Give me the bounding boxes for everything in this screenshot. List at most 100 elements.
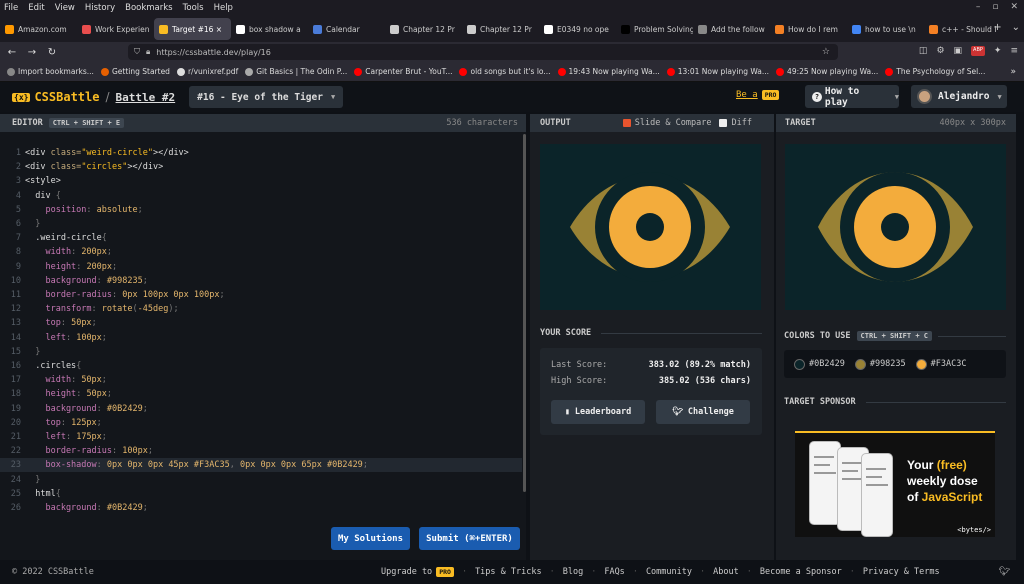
level-select[interactable]: #16 - Eye of the Tiger ▼: [189, 86, 344, 108]
puzzle-icon[interactable]: ✦: [994, 46, 1002, 56]
footer-link[interactable]: Community: [646, 567, 692, 577]
code-line[interactable]: 13 top: 50px;: [0, 316, 522, 330]
menu-tools[interactable]: Tools: [183, 3, 204, 13]
checkbox-icon[interactable]: [719, 119, 728, 127]
code-line[interactable]: 12 transform: rotate(-45deg);: [0, 302, 522, 316]
browser-tab[interactable]: How do I rem: [770, 18, 847, 40]
how-to-play-button[interactable]: ? How to play ▼: [805, 85, 899, 108]
code-line[interactable]: 5 position: absolute;: [0, 203, 522, 217]
adblock-icon[interactable]: ABP: [971, 46, 985, 56]
code-line[interactable]: 10 background: #998235;: [0, 274, 522, 288]
back-icon[interactable]: ←: [4, 47, 20, 58]
minimize-icon[interactable]: –: [976, 2, 981, 12]
menu-icon[interactable]: ≡: [1010, 46, 1018, 56]
bookmark-item[interactable]: r/vunixref.pdf: [176, 67, 238, 76]
menu-file[interactable]: File: [4, 3, 18, 13]
bookmark-item[interactable]: 13:01 Now playing Wa...: [666, 67, 769, 76]
code-line[interactable]: 14 left: 100px;: [0, 331, 522, 345]
code-line[interactable]: 4 div {: [0, 189, 522, 203]
code-line[interactable]: 3 <style>: [0, 174, 522, 188]
color-swatch[interactable]: #F3AC3C: [915, 358, 966, 370]
code-line[interactable]: 16 .circles{: [0, 359, 522, 373]
extension-icon[interactable]: ▣: [954, 46, 963, 56]
diff-toggle[interactable]: Diff: [719, 118, 752, 128]
challenge-button[interactable]: 🐦︎ Challenge: [656, 400, 750, 424]
sponsor-ad[interactable]: Your (free) weekly dose of JavaScript <b…: [795, 431, 995, 537]
color-swatch[interactable]: #998235: [854, 358, 906, 370]
browser-tab[interactable]: how to use \n: [847, 18, 924, 40]
battle-link[interactable]: Battle #2: [116, 91, 176, 104]
menu-edit[interactable]: Edit: [28, 3, 44, 13]
submit-button[interactable]: Submit (⌘+ENTER): [419, 527, 520, 550]
browser-tab[interactable]: Add the follow: [693, 18, 770, 40]
code-line[interactable]: 2 <div class= "circles" ></div>: [0, 160, 522, 174]
browser-tab[interactable]: Chapter 12 Pr: [462, 18, 539, 40]
browser-tab[interactable]: Calendar: [308, 18, 385, 40]
code-line[interactable]: 9 height: 200px;: [0, 260, 522, 274]
pocket-icon[interactable]: ◫: [919, 46, 928, 56]
code-line[interactable]: 8 width: 200px;: [0, 245, 522, 259]
footer-link[interactable]: Become a Sponsor: [760, 567, 842, 577]
slide-compare-toggle[interactable]: Slide & Compare: [622, 118, 711, 128]
code-line[interactable]: 22 border-radius: 100px;: [0, 444, 522, 458]
menu-bookmarks[interactable]: Bookmarks: [125, 3, 173, 13]
code-line[interactable]: 26 background: #0B2429;: [0, 501, 522, 515]
browser-tab[interactable]: Target #16 ×: [154, 18, 231, 40]
footer-link[interactable]: Blog: [563, 567, 583, 577]
twitter-icon[interactable]: 🐦︎: [999, 567, 1010, 577]
code-line[interactable]: 25 html{: [0, 487, 522, 501]
browser-tab[interactable]: Amazon.com: [0, 18, 77, 40]
code-editor[interactable]: 1 <div class= "weird-circle" ></div> 2 <div c…: [0, 132, 526, 560]
bookmark-item[interactable]: Carpenter Brut - YouT...: [354, 67, 452, 76]
browser-tab[interactable]: E0349 no ope: [539, 18, 616, 40]
bookmark-item[interactable]: The Psychology of Sel...: [885, 67, 985, 76]
leaderboard-button[interactable]: ▮ Leaderboard: [551, 400, 645, 424]
extensions-icon[interactable]: ⚙: [936, 46, 944, 56]
code-line[interactable]: 7 .weird-circle{: [0, 231, 522, 245]
bookmark-item[interactable]: 19:43 Now playing Wa...: [557, 67, 660, 76]
browser-tab[interactable]: Problem Solving: [616, 18, 693, 40]
url-text[interactable]: https://cssbattle.dev/play/16: [156, 48, 271, 57]
code-line[interactable]: 24 }: [0, 473, 522, 487]
code-line[interactable]: 11 border-radius: 0px 100px 0px 100px;: [0, 288, 522, 302]
code-line[interactable]: 1 <div class= "weird-circle" ></div>: [0, 146, 522, 160]
footer-link[interactable]: FAQs: [604, 567, 624, 577]
browser-tab[interactable]: box shadow a: [231, 18, 308, 40]
code-line[interactable]: 6 }: [0, 217, 522, 231]
menu-help[interactable]: Help: [214, 3, 233, 13]
editor-scrollbar[interactable]: [523, 134, 526, 492]
checkbox-checked-icon[interactable]: [622, 119, 631, 127]
code-line[interactable]: 23 box-shadow: 0px 0px 0px 45px #F3AC35,…: [0, 458, 522, 473]
maximize-icon[interactable]: ▫: [992, 2, 998, 12]
bookmark-item[interactable]: Import bookmarks...: [7, 67, 94, 76]
bookmark-item[interactable]: old songs but it's lo...: [459, 67, 551, 76]
shield-icon[interactable]: ⛉: [134, 47, 140, 57]
footer-link[interactable]: Tips & Tricks: [475, 567, 542, 577]
bookmark-item[interactable]: Getting Started: [100, 67, 170, 76]
color-swatch[interactable]: #0B2429: [794, 358, 845, 370]
close-window-icon[interactable]: ✕: [1010, 2, 1018, 12]
user-menu[interactable]: Alejandro ▼: [911, 85, 1007, 108]
browser-tab[interactable]: Chapter 12 Pr: [385, 18, 462, 40]
lock-icon[interactable]: 🔒︎: [146, 47, 150, 57]
browser-tab[interactable]: c++ - Should I: [924, 18, 1001, 40]
reload-icon[interactable]: ↻: [44, 47, 60, 58]
forward-icon[interactable]: →: [24, 47, 40, 58]
be-a-pro-link[interactable]: Be a PRO: [736, 90, 780, 100]
footer-link[interactable]: About: [713, 567, 739, 577]
code-line[interactable]: 18 height: 50px;: [0, 387, 522, 401]
bookmark-star-icon[interactable]: ☆: [822, 47, 830, 57]
footer-link[interactable]: Upgrade to PRO: [381, 567, 454, 577]
footer-link[interactable]: Privacy & Terms: [863, 567, 940, 577]
code-line[interactable]: 15 }: [0, 345, 522, 359]
code-line[interactable]: 17 width: 50px;: [0, 373, 522, 387]
my-solutions-button[interactable]: My Solutions: [331, 527, 410, 550]
code-line[interactable]: 20 top: 125px;: [0, 416, 522, 430]
tab-list-icon[interactable]: ⌄: [1012, 22, 1020, 33]
new-tab-icon[interactable]: +: [993, 22, 1001, 33]
code-line[interactable]: 21 left: 175px;: [0, 430, 522, 444]
bookmark-item[interactable]: Git Basics | The Odin P...: [245, 67, 347, 76]
output-canvas[interactable]: [540, 144, 761, 310]
cssbattle-logo[interactable]: {x} CSSBattle: [12, 90, 99, 104]
menu-view[interactable]: View: [55, 3, 75, 13]
